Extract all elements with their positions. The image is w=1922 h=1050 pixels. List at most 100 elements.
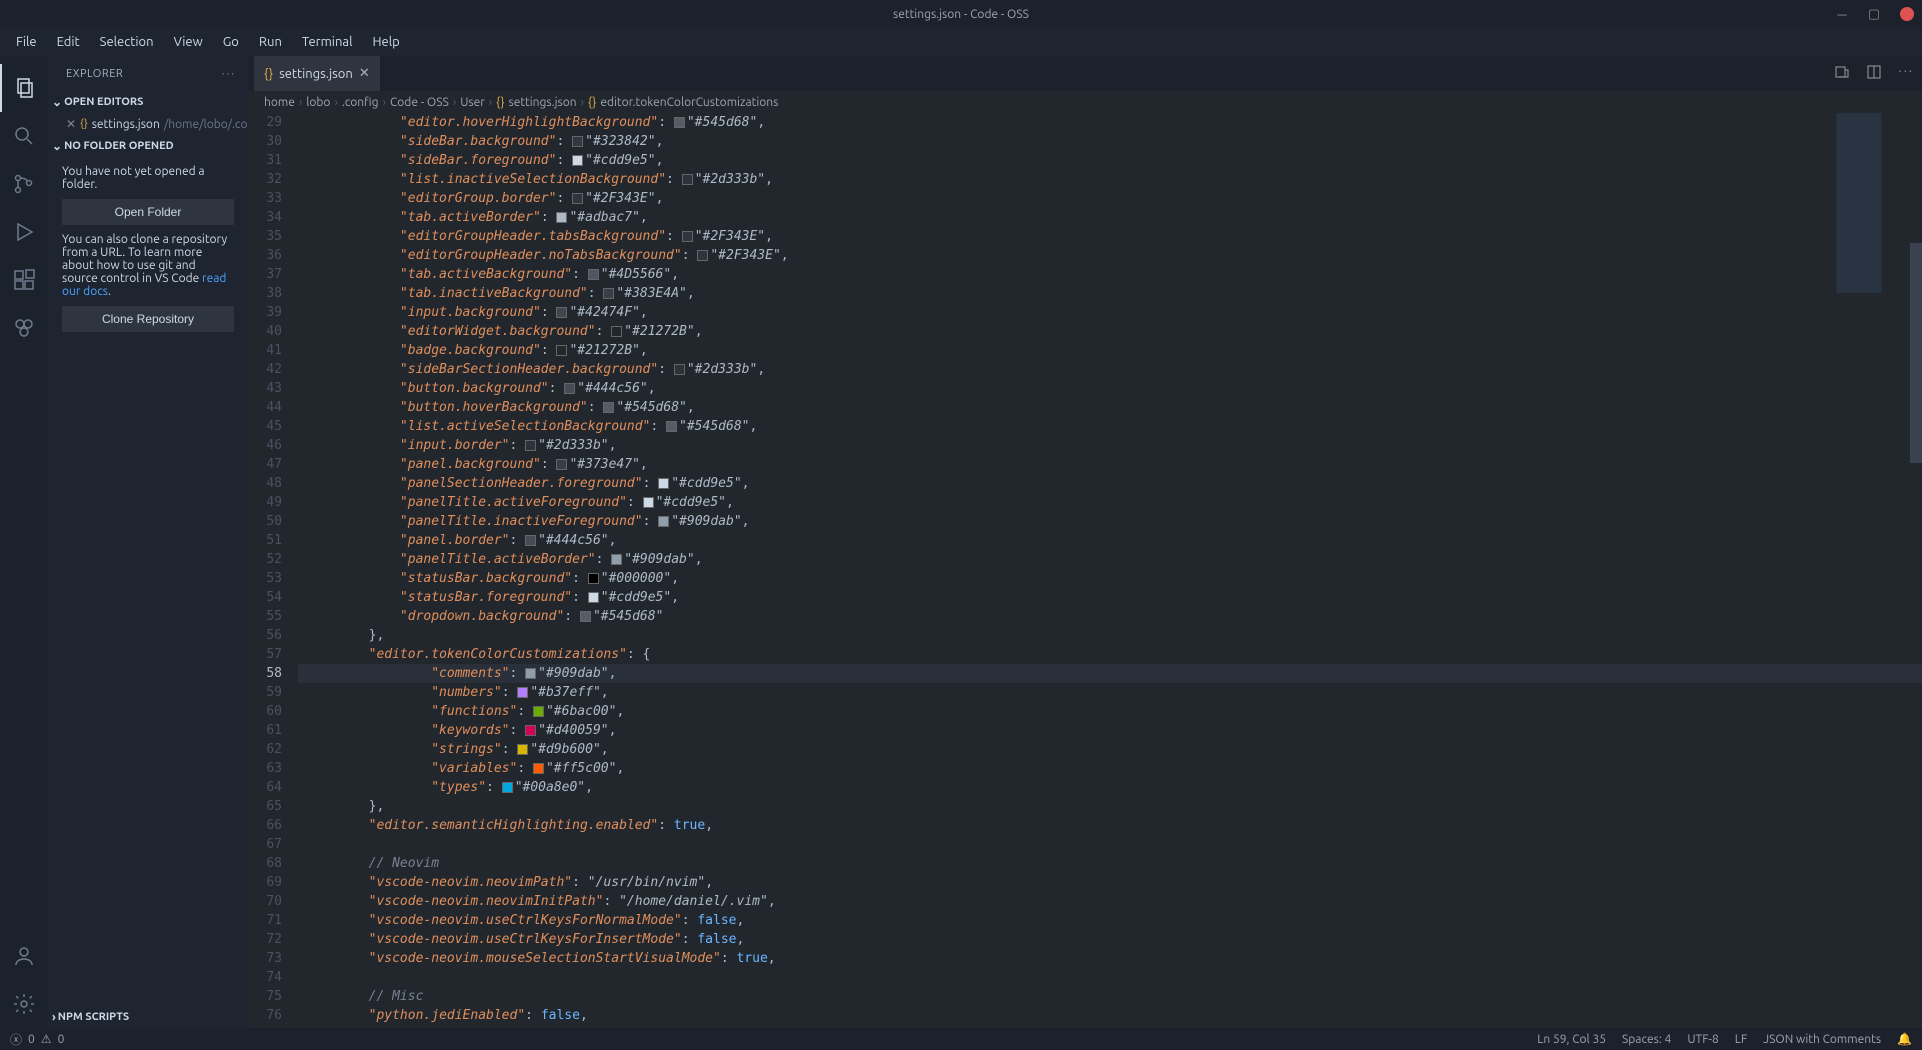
code-line[interactable]: "editorGroupHeader.noTabsBackground": "#… [298,246,1922,265]
breadcrumb-segment[interactable]: User [460,96,485,109]
open-editors-header[interactable]: ⌄ OPEN EDITORS [48,91,248,113]
code-line[interactable]: "tab.activeBackground": "#4D5566", [298,265,1922,284]
code-line[interactable] [298,968,1922,987]
code-line[interactable]: // Neovim [298,854,1922,873]
close-icon[interactable] [1900,7,1914,21]
editor-body[interactable]: 2930313233343536373839404142434445464748… [248,113,1922,1028]
code-line[interactable]: "keywords": "#d40059", [298,721,1922,740]
close-tab-icon[interactable]: ✕ [359,66,370,81]
code-line[interactable]: }, [298,797,1922,816]
code-line[interactable]: "sideBar.foreground": "#cdd9e5", [298,151,1922,170]
settings-gear-icon[interactable] [0,980,48,1028]
code-line[interactable]: "strings": "#d9b600", [298,740,1922,759]
code-line[interactable]: "comments": "#909dab", [298,664,1922,683]
errors-count[interactable]: 0 [28,1033,35,1046]
menu-terminal[interactable]: Terminal [292,31,363,53]
breadcrumb-segment[interactable]: lobo [306,96,330,109]
open-settings-icon[interactable] [1834,64,1850,83]
code-line[interactable]: "vscode-neovim.mouseSelectionStartVisual… [298,949,1922,968]
breadcrumb-segment[interactable]: .config [342,96,379,109]
code-line[interactable]: "python.jediEnabled": false, [298,1006,1922,1025]
warnings-icon[interactable]: ⚠ [41,1032,52,1046]
eol[interactable]: LF [1735,1033,1747,1046]
breadcrumb-segment[interactable]: settings.json [509,96,577,109]
vertical-scrollbar[interactable] [1910,243,1922,463]
breadcrumb[interactable]: home › lobo › .config › Code - OSS › Use… [248,91,1922,113]
source-control-icon[interactable] [0,160,48,208]
code-line[interactable]: "input.background": "#42474F", [298,303,1922,322]
code-line[interactable]: "panel.background": "#373e47", [298,455,1922,474]
minimize-icon[interactable]: ─ [1836,8,1848,20]
code-line[interactable]: }, [298,626,1922,645]
code-line[interactable]: "vscode-neovim.useCtrlKeysForInsertMode"… [298,930,1922,949]
code-line[interactable]: "button.hoverBackground": "#545d68", [298,398,1922,417]
code-area[interactable]: "editor.hoverHighlightBackground": "#545… [298,113,1922,1028]
code-line[interactable]: "editorGroup.border": "#2F343E", [298,189,1922,208]
tab-settings-json[interactable]: {} settings.json ✕ [254,56,381,91]
code-line[interactable]: "dropdown.background": "#545d68" [298,607,1922,626]
code-line[interactable]: "sideBar.background": "#323842", [298,132,1922,151]
code-line[interactable]: "input.border": "#2d333b", [298,436,1922,455]
more-icon[interactable]: ··· [222,68,236,80]
code-line[interactable]: "panelTitle.activeForeground": "#cdd9e5"… [298,493,1922,512]
menu-view[interactable]: View [164,31,213,53]
minimap[interactable] [1818,113,1908,293]
run-debug-icon[interactable] [0,208,48,256]
code-line[interactable]: "panel.border": "#444c56", [298,531,1922,550]
split-editor-icon[interactable] [1866,64,1882,83]
breadcrumb-segment[interactable]: editor.tokenColorCustomizations [600,96,778,109]
code-line[interactable]: "editor.semanticHighlighting.enabled": t… [298,816,1922,835]
code-line[interactable]: "editorGroupHeader.tabsBackground": "#2F… [298,227,1922,246]
menu-file[interactable]: File [6,31,47,53]
bell-icon[interactable]: 🔔 [1897,1032,1912,1046]
clone-repository-button[interactable]: Clone Repository [62,306,234,332]
code-line[interactable]: "panelSectionHeader.foreground": "#cdd9e… [298,474,1922,493]
encoding[interactable]: UTF-8 [1687,1033,1718,1046]
open-editor-item[interactable]: ✕ {} settings.json /home/lobo/.config/Co… [48,113,248,135]
extensions-icon[interactable] [0,256,48,304]
menu-help[interactable]: Help [362,31,409,53]
code-line[interactable]: "panelTitle.inactiveForeground": "#909da… [298,512,1922,531]
breadcrumb-segment[interactable]: home [264,96,295,109]
code-line[interactable]: "vscode-neovim.neovimInitPath": "/home/d… [298,892,1922,911]
explorer-icon[interactable] [0,64,48,112]
menu-go[interactable]: Go [213,31,249,53]
warnings-count[interactable]: 0 [58,1033,65,1046]
errors-icon[interactable]: ⓧ [10,1031,22,1048]
code-line[interactable]: "tab.inactiveBackground": "#383E4A", [298,284,1922,303]
search-icon[interactable] [0,112,48,160]
custom-view-icon[interactable] [0,304,48,352]
indentation[interactable]: Spaces: 4 [1622,1033,1671,1046]
code-line[interactable] [298,835,1922,854]
menu-run[interactable]: Run [249,31,292,53]
code-line[interactable]: "statusBar.background": "#000000", [298,569,1922,588]
maximize-icon[interactable]: ▢ [1868,8,1880,20]
no-folder-header[interactable]: ⌄ NO FOLDER OPENED [48,135,248,157]
code-line[interactable]: "list.activeSelectionBackground": "#545d… [298,417,1922,436]
code-line[interactable]: "tab.activeBorder": "#adbac7", [298,208,1922,227]
code-line[interactable]: "numbers": "#b37eff", [298,683,1922,702]
menu-selection[interactable]: Selection [90,31,164,53]
code-line[interactable]: "panelTitle.activeBorder": "#909dab", [298,550,1922,569]
more-actions-icon[interactable]: ··· [1898,64,1914,83]
close-editor-icon[interactable]: ✕ [66,117,76,131]
code-line[interactable]: "variables": "#ff5c00", [298,759,1922,778]
code-line[interactable]: "badge.background": "#21272B", [298,341,1922,360]
code-line[interactable]: "editor.tokenColorCustomizations": { [298,645,1922,664]
code-line[interactable]: // Misc [298,987,1922,1006]
code-line[interactable]: "types": "#00a8e0", [298,778,1922,797]
npm-scripts-header[interactable]: › NPM SCRIPTS [48,1006,248,1028]
code-line[interactable]: "list.inactiveSelectionBackground": "#2d… [298,170,1922,189]
breadcrumb-segment[interactable]: Code - OSS [390,96,449,109]
line-col[interactable]: Ln 59, Col 35 [1537,1033,1606,1046]
code-line[interactable]: "editorWidget.background": "#21272B", [298,322,1922,341]
open-folder-button[interactable]: Open Folder [62,199,234,225]
code-line[interactable]: "editor.hoverHighlightBackground": "#545… [298,113,1922,132]
code-line[interactable]: "vscode-neovim.useCtrlKeysForNormalMode"… [298,911,1922,930]
code-line[interactable]: "sideBarSectionHeader.background": "#2d3… [298,360,1922,379]
code-line[interactable]: "statusBar.foreground": "#cdd9e5", [298,588,1922,607]
accounts-icon[interactable] [0,932,48,980]
code-line[interactable]: "button.background": "#444c56", [298,379,1922,398]
code-line[interactable]: "vscode-neovim.neovimPath": "/usr/bin/nv… [298,873,1922,892]
language-mode[interactable]: JSON with Comments [1763,1033,1881,1046]
